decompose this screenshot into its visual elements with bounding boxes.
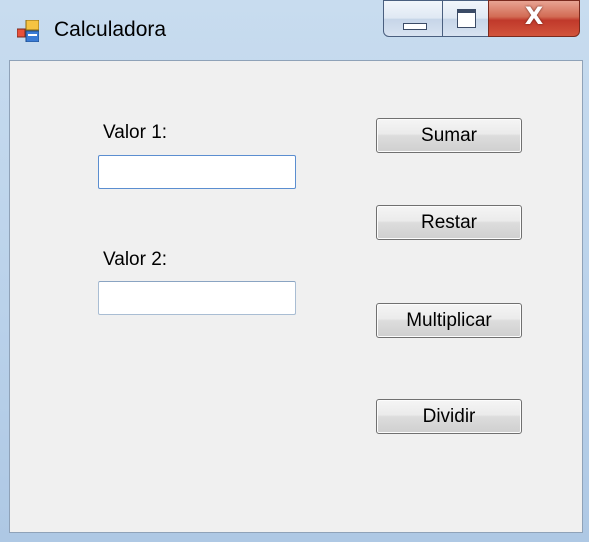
multiplicar-button[interactable]: Multiplicar	[376, 303, 522, 338]
title-bar[interactable]: Calculadora X	[0, 0, 589, 58]
minimize-icon	[403, 23, 427, 30]
window-title: Calculadora	[54, 18, 167, 41]
maximize-button[interactable]	[442, 0, 489, 37]
valor2-input[interactable]	[98, 281, 296, 315]
calculator-window: Calculadora X Valor 1: Valor 2: Sumar Re…	[0, 0, 589, 542]
close-icon: X	[524, 2, 544, 30]
maximize-icon	[457, 9, 476, 28]
valor1-label: Valor 1:	[103, 122, 168, 143]
valor2-label: Valor 2:	[103, 249, 168, 270]
close-button[interactable]: X	[488, 0, 580, 37]
sumar-button[interactable]: Sumar	[376, 118, 522, 153]
restar-button[interactable]: Restar	[376, 205, 522, 240]
minimize-button[interactable]	[383, 0, 443, 37]
window-form-icon	[17, 20, 39, 42]
dividir-button[interactable]: Dividir	[376, 399, 522, 434]
valor1-input[interactable]	[98, 155, 296, 189]
form-client-area: Valor 1: Valor 2: Sumar Restar Multiplic…	[9, 60, 583, 533]
